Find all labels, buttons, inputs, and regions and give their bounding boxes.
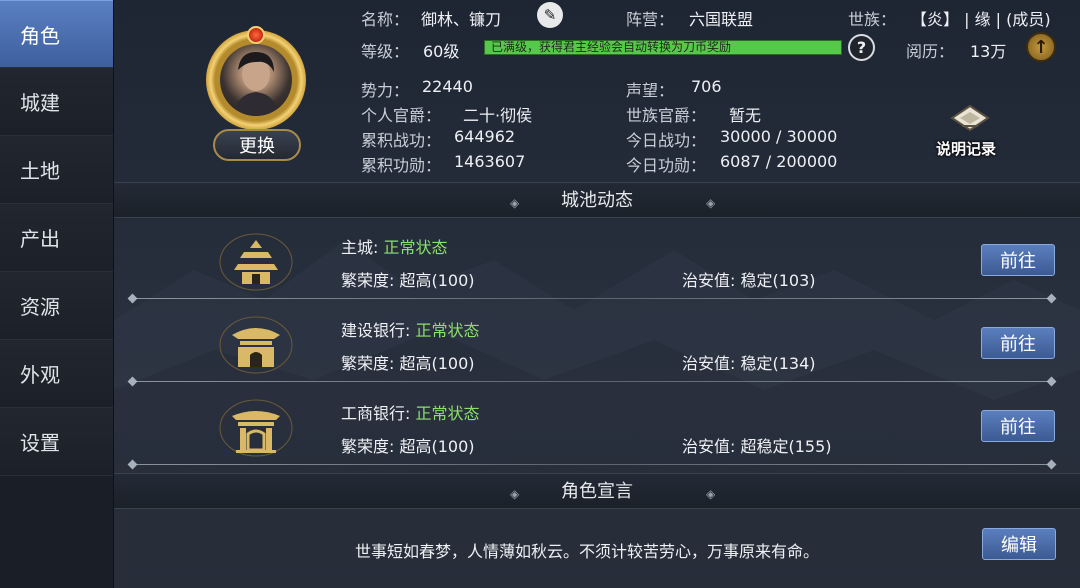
sidebar: 角色 城建 土地 产出 资源 外观 设置 xyxy=(0,0,114,588)
clan-value: 【炎】 | 缘 | (成员) xyxy=(911,10,1051,29)
total-service-label: 累积功勋： xyxy=(361,156,442,175)
status-badge: 正常状态 xyxy=(415,404,480,423)
section-title: 城池动态 xyxy=(561,190,633,211)
edit-motto-button[interactable]: 编辑 xyxy=(982,528,1056,560)
camp-value: 六国联盟 xyxy=(689,10,754,29)
public-order-text: 治安值: 稳定(134) xyxy=(682,354,816,373)
edit-name-icon[interactable]: ✎ xyxy=(537,2,563,28)
city-row-main: 主城: 正常状态 繁荣度: 超高(100) 治安值: 稳定(103) 前往 xyxy=(114,222,1080,304)
sidebar-item-label: 资源 xyxy=(20,295,60,319)
name-label: 名称： xyxy=(361,10,410,29)
city-name: 建设银行: xyxy=(341,321,416,340)
personal-rank-value: 二十·彻侯 xyxy=(463,106,533,125)
sidebar-item-label: 设置 xyxy=(20,431,60,455)
hall-icon xyxy=(219,316,293,374)
power-value: 22440 xyxy=(422,77,473,96)
level-value: 60级 xyxy=(423,42,460,61)
sidebar-item-label: 土地 xyxy=(20,159,60,183)
level-label: 等级： xyxy=(361,42,410,61)
power-label: 势力： xyxy=(361,81,410,100)
clan-rank-label: 世族官爵： xyxy=(626,106,707,125)
today-merit-label: 今日战功： xyxy=(626,131,707,150)
city-row-commerce-bank: 工商银行: 正常状态 繁荣度: 超高(100) 治安值: 超稳定(155) 前往 xyxy=(114,388,1080,470)
goto-button[interactable]: 前往 xyxy=(981,244,1055,276)
ornament-icon: ◈ xyxy=(706,196,716,210)
sidebar-item-appearance[interactable]: 外观 xyxy=(0,340,113,408)
city-row-construction-bank: 建设银行: 正常状态 繁荣度: 超高(100) 治安值: 稳定(134) 前往 xyxy=(114,305,1080,387)
city-row-title: 建设银行: 正常状态 xyxy=(341,317,480,341)
today-merit-value: 30000 / 30000 xyxy=(720,127,838,146)
personal-rank-label: 个人官爵： xyxy=(361,106,442,125)
city-name: 主城: xyxy=(341,238,384,257)
divider xyxy=(127,293,1057,304)
total-service-value: 1463607 xyxy=(454,152,526,171)
sidebar-item-label: 外观 xyxy=(20,363,60,387)
status-badge: 正常状态 xyxy=(383,238,448,257)
scroll-record-icon xyxy=(950,104,990,132)
palace-icon xyxy=(219,233,293,291)
avatar-portrait xyxy=(220,44,292,116)
prosperity-text: 繁荣度: 超高(100) xyxy=(341,271,475,290)
help-icon[interactable]: ? xyxy=(848,34,875,61)
clan-rank-value: 暂无 xyxy=(729,106,762,125)
public-order-text: 治安值: 超稳定(155) xyxy=(682,437,832,456)
clan-label: 世族： xyxy=(848,10,897,29)
sidebar-item-output[interactable]: 产出 xyxy=(0,204,113,272)
today-service-value: 6087 / 200000 xyxy=(720,152,838,171)
goto-button[interactable]: 前往 xyxy=(981,410,1055,442)
divider xyxy=(127,376,1057,387)
today-service-label: 今日功勋： xyxy=(626,156,707,175)
total-merit-value: 644962 xyxy=(454,127,516,146)
reputation-label: 声望： xyxy=(626,81,675,100)
experience-label: 阅历： xyxy=(906,42,955,61)
sidebar-item-city-build[interactable]: 城建 xyxy=(0,68,113,136)
avatar[interactable] xyxy=(206,26,306,130)
city-name: 工商银行: xyxy=(341,404,416,423)
camp-label: 阵营： xyxy=(626,10,675,29)
public-order-text: 治安值: 稳定(103) xyxy=(682,271,816,290)
change-avatar-button[interactable]: 更换 xyxy=(213,129,301,161)
record-button[interactable]: 说明记录 xyxy=(930,100,1002,160)
character-motto-header: ◈ 角色宣言 ◈ xyxy=(114,473,1080,509)
city-row-title: 主城: 正常状态 xyxy=(341,234,448,258)
sidebar-item-label: 城建 xyxy=(20,91,60,115)
character-panel: 角色 城建 土地 产出 资源 外观 设置 更换 名称： 御林、镰刀 ✎ 阵营： … xyxy=(0,0,1080,588)
upgrade-arrow-icon[interactable]: ↑ xyxy=(1026,32,1056,62)
sidebar-item-land[interactable]: 土地 xyxy=(0,136,113,204)
prosperity-text: 繁荣度: 超高(100) xyxy=(341,437,475,456)
character-motto-text: 世事短如春梦，人情薄如秋云。不须计较苦劳心，万事原来有命。 xyxy=(355,542,820,561)
city-status-header: ◈ 城池动态 ◈ xyxy=(114,182,1080,218)
record-label: 说明记录 xyxy=(935,140,996,158)
gate-icon xyxy=(219,399,293,457)
status-badge: 正常状态 xyxy=(415,321,480,340)
experience-bar: 已满级，获得君主经验会自动转换为刀币奖励 xyxy=(484,40,842,55)
total-merit-label: 累积战功： xyxy=(361,131,442,150)
section-title: 角色宣言 xyxy=(561,481,633,502)
profile-header: 更换 名称： 御林、镰刀 ✎ 阵营： 六国联盟 世族： 【炎】 | 缘 | (成… xyxy=(114,0,1080,180)
city-row-title: 工商银行: 正常状态 xyxy=(341,400,480,424)
name-value: 御林、镰刀 xyxy=(421,10,502,29)
experience-value: 13万 xyxy=(970,42,1007,61)
gem-icon xyxy=(247,26,265,44)
sidebar-item-character[interactable]: 角色 xyxy=(0,0,113,68)
goto-button[interactable]: 前往 xyxy=(981,327,1055,359)
prosperity-text: 繁荣度: 超高(100) xyxy=(341,354,475,373)
sidebar-item-label: 产出 xyxy=(20,227,60,251)
reputation-value: 706 xyxy=(691,77,722,96)
sidebar-item-label: 角色 xyxy=(20,23,60,48)
sidebar-item-resources[interactable]: 资源 xyxy=(0,272,113,340)
sidebar-item-settings[interactable]: 设置 xyxy=(0,408,113,476)
ornament-icon: ◈ xyxy=(706,487,716,501)
divider xyxy=(127,459,1057,470)
